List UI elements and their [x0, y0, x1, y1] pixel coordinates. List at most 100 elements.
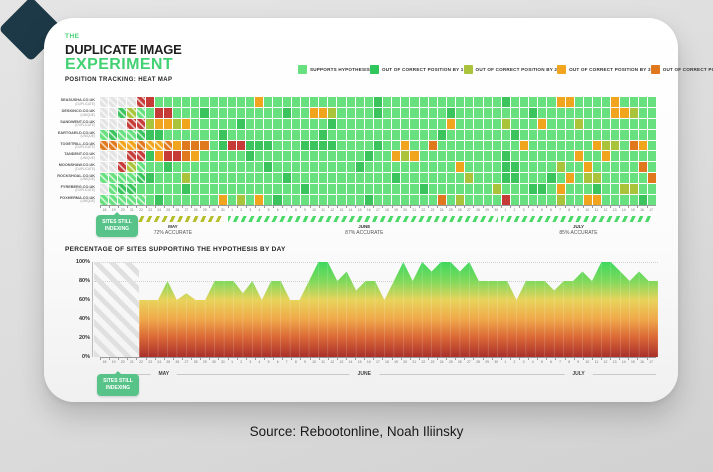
heatmap-cell [264, 173, 272, 183]
day-tick: 23 [428, 358, 437, 367]
day-tick: 9 [300, 206, 309, 215]
chart-title: PERCENTAGE OF SITES SUPPORTING THE HYPOT… [65, 246, 286, 253]
heatmap-cell [484, 195, 492, 205]
heatmap-cell [383, 184, 391, 194]
y-tick-label: 40% [79, 316, 90, 322]
chart-month-labels: MAYJUNEJULY [100, 370, 656, 380]
chart-day-axis: 1819202122232425262728293031123456789101… [100, 357, 656, 367]
heatmap-cell [620, 119, 628, 129]
heatmap-cell [630, 119, 638, 129]
heatmap-cell [566, 195, 574, 205]
day-tick: 15 [628, 358, 637, 367]
heatmap-cell [648, 151, 656, 161]
heatmap-cell [611, 151, 619, 161]
heatmap-cell [429, 141, 437, 151]
day-tick: 23 [428, 206, 437, 215]
heatmap-cell [401, 151, 409, 161]
heatmap-cell [164, 195, 172, 205]
heatmap-cell [630, 162, 638, 172]
heatmap-cell [520, 108, 528, 118]
heatmap-cell [255, 119, 263, 129]
heatmap-cell [429, 108, 437, 118]
day-tick: 27 [182, 206, 191, 215]
day-tick: 19 [109, 358, 118, 367]
heatmap-cell [620, 108, 628, 118]
heatmap-cell [228, 97, 236, 107]
heatmap-cell [447, 173, 455, 183]
legend-swatch-icon [298, 65, 307, 74]
heatmap-cell [584, 151, 592, 161]
heatmap-cell [164, 184, 172, 194]
site-type: (UNIQUE) [54, 178, 95, 182]
heatmap-cell [191, 162, 199, 172]
heatmap-cell [420, 195, 428, 205]
heatmap-cell [547, 151, 555, 161]
heatmap-cell [337, 130, 345, 140]
heatmap-cell [529, 108, 537, 118]
day-tick: 30 [209, 206, 218, 215]
heatmap-cell [137, 162, 145, 172]
day-tick: 23 [146, 206, 155, 215]
heatmap-row-label: TANDENT.CO.UK(UNIQUE) [54, 151, 98, 162]
heatmap-cell [219, 195, 227, 205]
heatmap-cell [319, 108, 327, 118]
heatmap-row-label: FOXHERMA.CO.UK(UNIQUE) [54, 194, 98, 205]
day-tick: 11 [319, 206, 328, 215]
heatmap-cell [630, 184, 638, 194]
heatmap-cell [246, 97, 254, 107]
heatmap-cell [511, 97, 519, 107]
heatmap-cell [584, 119, 592, 129]
heatmap-cell [347, 195, 355, 205]
heatmap-cell [347, 119, 355, 129]
heatmap-cell [310, 162, 318, 172]
heatmap-cell [447, 151, 455, 161]
heatmap-cell [438, 97, 446, 107]
heatmap-row-label: FYREBERG.CO.UK(DUPLICATE) [54, 183, 98, 194]
heatmap-cell [173, 119, 181, 129]
heatmap-cell [410, 151, 418, 161]
heatmap-cell [200, 162, 208, 172]
day-tick: 24 [437, 206, 446, 215]
site-type: (DUPLICATE) [54, 146, 95, 150]
heatmap-cell [593, 151, 601, 161]
heatmap-cell [301, 119, 309, 129]
heatmap-cell [511, 141, 519, 151]
heatmap-cell [301, 151, 309, 161]
heatmap-cell [648, 162, 656, 172]
heatmap-cell [137, 108, 145, 118]
heatmap-cell [429, 195, 437, 205]
heatmap-cell [447, 130, 455, 140]
heatmap-cell [200, 195, 208, 205]
heatmap-cell [474, 162, 482, 172]
heatmap-cell [219, 173, 227, 183]
heatmap-cell [365, 130, 373, 140]
heatmap-cell [557, 108, 565, 118]
heatmap-cell [493, 173, 501, 183]
day-tick: 20 [118, 358, 127, 367]
heatmap-cell [118, 162, 126, 172]
heatmap-cell [410, 141, 418, 151]
heatmap-cell [602, 141, 610, 151]
heatmap-cell [146, 151, 154, 161]
heatmap-cell [383, 141, 391, 151]
heatmap-cell [520, 151, 528, 161]
heatmap-cell [264, 184, 272, 194]
heatmap-cell [511, 119, 519, 129]
heatmap-cell [401, 119, 409, 129]
heatmap-cell [547, 141, 555, 151]
day-tick: 21 [127, 206, 136, 215]
heatmap-cell [173, 97, 181, 107]
day-tick: 5 [537, 206, 546, 215]
heatmap-cell [584, 184, 592, 194]
heatmap-cell [155, 141, 163, 151]
heatmap-cell [319, 195, 327, 205]
day-tick: 6 [273, 358, 282, 367]
heatmap-row-label: TOGETRILL.CO.UK(DUPLICATE) [54, 140, 98, 151]
heatmap-cell [547, 108, 555, 118]
heatmap-cell [392, 162, 400, 172]
heatmap-cell [273, 97, 281, 107]
heatmap-cell [365, 108, 373, 118]
heatmap-cell [484, 130, 492, 140]
heatmap-cell [365, 184, 373, 194]
heatmap-cell [511, 195, 519, 205]
